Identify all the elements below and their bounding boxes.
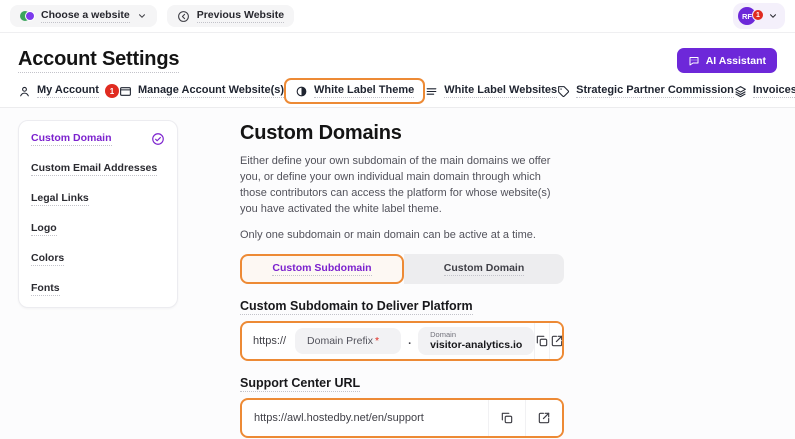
external-link-icon (537, 411, 551, 425)
tab-strategic-partner-commission[interactable]: Strategic Partner Commission (557, 84, 734, 98)
domain-select-value: visitor-analytics.io (430, 339, 522, 351)
tab-my-account[interactable]: My Account 1 (18, 84, 119, 98)
copy-icon (500, 411, 514, 425)
contrast-icon (295, 85, 308, 98)
section-title: Custom Domains (240, 122, 564, 145)
website-selector-label: Choose a website (41, 9, 130, 23)
ai-assistant-button[interactable]: AI Assistant (677, 48, 777, 73)
segment-label: Custom Domain (444, 262, 525, 276)
sidebar-item-label: Custom Email Addresses (31, 162, 157, 176)
segment-label: Custom Subdomain (272, 262, 371, 276)
domain-select-label: Domain (430, 330, 522, 339)
top-bar: Choose a website Previous Website RF 1 (0, 0, 795, 33)
open-subdomain-button[interactable] (549, 323, 564, 359)
check-circle-icon (151, 132, 165, 146)
arrow-left-circle-icon (177, 10, 190, 23)
notification-badge: 1 (752, 9, 764, 21)
domain-prefix-placeholder: Domain Prefix (307, 335, 373, 347)
chevron-down-icon (137, 11, 147, 21)
list-icon (425, 85, 438, 98)
segment-custom-domain[interactable]: Custom Domain (404, 254, 564, 284)
sidebar-item-logo[interactable]: Logo (19, 214, 177, 244)
support-section-heading: Support Center URL (240, 376, 360, 392)
website-selector[interactable]: Choose a website (10, 5, 157, 27)
subdomain-field-row: https:// Domain Prefix* . Domain visitor… (240, 321, 564, 361)
tab-badge: 1 (105, 84, 119, 98)
page-header: Account Settings AI Assistant (0, 33, 795, 82)
domain-prefix-input[interactable]: Domain Prefix* (295, 328, 401, 354)
section-note: Only one subdomain or main domain can be… (240, 229, 564, 241)
tab-label: Invoices (753, 84, 795, 98)
tab-label: Manage Account Website(s) (138, 84, 284, 98)
domain-mode-segmented-control: Custom Subdomain Custom Domain (240, 254, 564, 284)
tab-invoices[interactable]: Invoices (734, 84, 795, 98)
tab-manage-account-websites[interactable]: Manage Account Website(s) (119, 84, 284, 98)
protocol-prefix: https:// (253, 335, 286, 347)
tab-white-label-websites[interactable]: White Label Websites (425, 84, 557, 98)
website-favicon-icon (20, 10, 34, 22)
tab-label: Strategic Partner Commission (576, 84, 734, 98)
tab-label: My Account (37, 84, 99, 98)
content-area: Custom Domain Custom Email Addresses Leg… (0, 108, 795, 439)
ai-assistant-label: AI Assistant (706, 55, 766, 67)
sidebar-item-label: Custom Domain (31, 132, 112, 146)
user-icon (18, 85, 31, 98)
previous-website-label: Previous Website (197, 9, 284, 23)
browser-icon (119, 85, 132, 98)
sidebar-item-label: Colors (31, 252, 64, 266)
subdomain-section-heading: Custom Subdomain to Deliver Platform (240, 299, 473, 315)
sidebar-item-label: Logo (31, 222, 57, 236)
external-link-icon (550, 334, 564, 348)
copy-support-url-button[interactable] (488, 400, 525, 436)
chevron-down-icon (768, 11, 778, 21)
sidebar-item-fonts[interactable]: Fonts (19, 274, 177, 304)
previous-website-button[interactable]: Previous Website (167, 5, 294, 27)
sidebar-item-label: Legal Links (31, 192, 89, 206)
tag-icon (557, 85, 570, 98)
domain-separator: . (408, 335, 411, 347)
settings-tabs: My Account 1 Manage Account Website(s) W… (0, 82, 795, 108)
sidebar-item-legal-links[interactable]: Legal Links (19, 184, 177, 214)
domain-select[interactable]: Domain visitor-analytics.io (418, 327, 534, 355)
segment-custom-subdomain[interactable]: Custom Subdomain (240, 254, 404, 284)
copy-subdomain-button[interactable] (534, 323, 549, 359)
settings-sidebar: Custom Domain Custom Email Addresses Leg… (18, 120, 178, 308)
support-url-value: https://awl.hostedby.net/en/support (254, 412, 424, 424)
chat-bubble-icon (688, 55, 700, 67)
custom-domains-panel: Custom Domains Either define your own su… (240, 120, 564, 439)
required-marker: * (375, 335, 379, 347)
copy-icon (535, 334, 549, 348)
sidebar-item-custom-domain[interactable]: Custom Domain (19, 124, 177, 154)
user-menu[interactable]: RF 1 (733, 3, 785, 29)
sidebar-item-colors[interactable]: Colors (19, 244, 177, 274)
section-description: Either define your own subdomain of the … (240, 154, 564, 218)
tab-label: White Label Websites (444, 84, 557, 98)
tab-label: White Label Theme (314, 84, 414, 98)
layers-icon (734, 85, 747, 98)
sidebar-item-label: Fonts (31, 282, 60, 296)
page-title: Account Settings (18, 48, 179, 73)
open-support-url-button[interactable] (525, 400, 562, 436)
sidebar-item-custom-email-addresses[interactable]: Custom Email Addresses (19, 154, 177, 184)
tab-white-label-theme[interactable]: White Label Theme (284, 78, 425, 104)
support-url-row: https://awl.hostedby.net/en/support (240, 398, 564, 438)
